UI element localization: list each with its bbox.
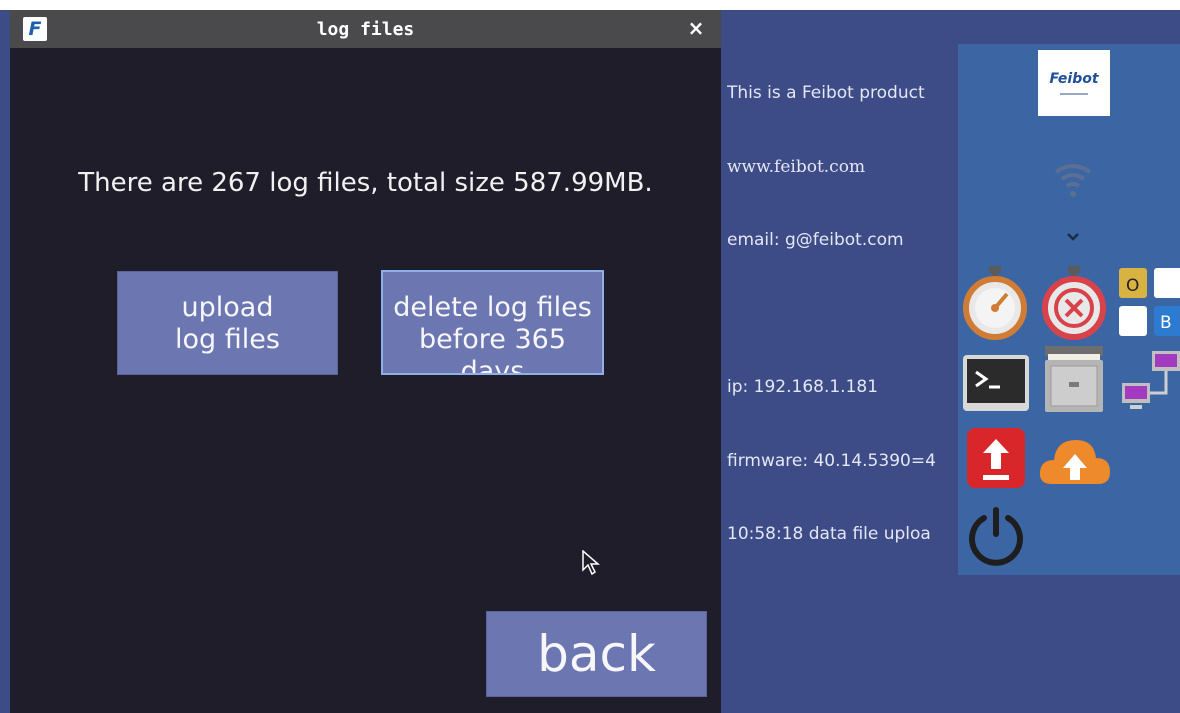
- window-title: log files: [316, 19, 415, 40]
- keyboard-keys-icon[interactable]: O B: [1118, 266, 1180, 338]
- info-line: email: g@feibot.com: [727, 230, 904, 250]
- close-button[interactable]: ×: [685, 16, 707, 40]
- mouse-cursor-icon: [582, 550, 600, 576]
- product-info: This is a Feibot product www.feibot.com …: [727, 32, 959, 596]
- stopwatch-cancel-icon[interactable]: [1042, 264, 1106, 340]
- logo-text: Feibot: [1049, 71, 1099, 87]
- upload-log-files-button[interactable]: upload log files: [117, 271, 338, 375]
- back-button[interactable]: back: [486, 611, 707, 697]
- info-line: firmware: 40.14.5390=4: [727, 450, 936, 471]
- key-o-label: O: [1126, 276, 1139, 296]
- delete-old-logs-button[interactable]: delete log files before 365 days: [381, 270, 604, 375]
- info-line: ip: 192.168.1.181: [727, 377, 879, 397]
- info-line: www.feibot.com: [727, 156, 866, 177]
- power-icon[interactable]: [966, 506, 1026, 568]
- log-files-dialog: F log files × There are 267 log files, t…: [10, 10, 721, 713]
- info-line: This is a Feibot product: [727, 83, 925, 103]
- feibot-logo: Feibot: [1038, 50, 1110, 116]
- chevron-down-icon[interactable]: [1066, 232, 1080, 242]
- info-line: [727, 302, 959, 327]
- title-bar[interactable]: F log files ×: [10, 10, 721, 48]
- terminal-icon[interactable]: [962, 354, 1030, 412]
- wifi-icon[interactable]: [1054, 164, 1092, 200]
- logo-subtext: [1060, 93, 1088, 95]
- dock-panel: Feibot O B: [958, 44, 1180, 575]
- stopwatch-icon[interactable]: [963, 264, 1027, 340]
- log-summary-text: There are 267 log files, total size 587.…: [78, 168, 653, 198]
- file-cabinet-icon[interactable]: [1042, 344, 1106, 414]
- info-line: 10:58:18 data file uploa: [727, 524, 931, 544]
- cloud-upload-icon[interactable]: [1038, 432, 1112, 486]
- key-b-label: B: [1160, 313, 1172, 333]
- network-icon[interactable]: [1120, 349, 1180, 415]
- upload-icon[interactable]: [966, 427, 1026, 489]
